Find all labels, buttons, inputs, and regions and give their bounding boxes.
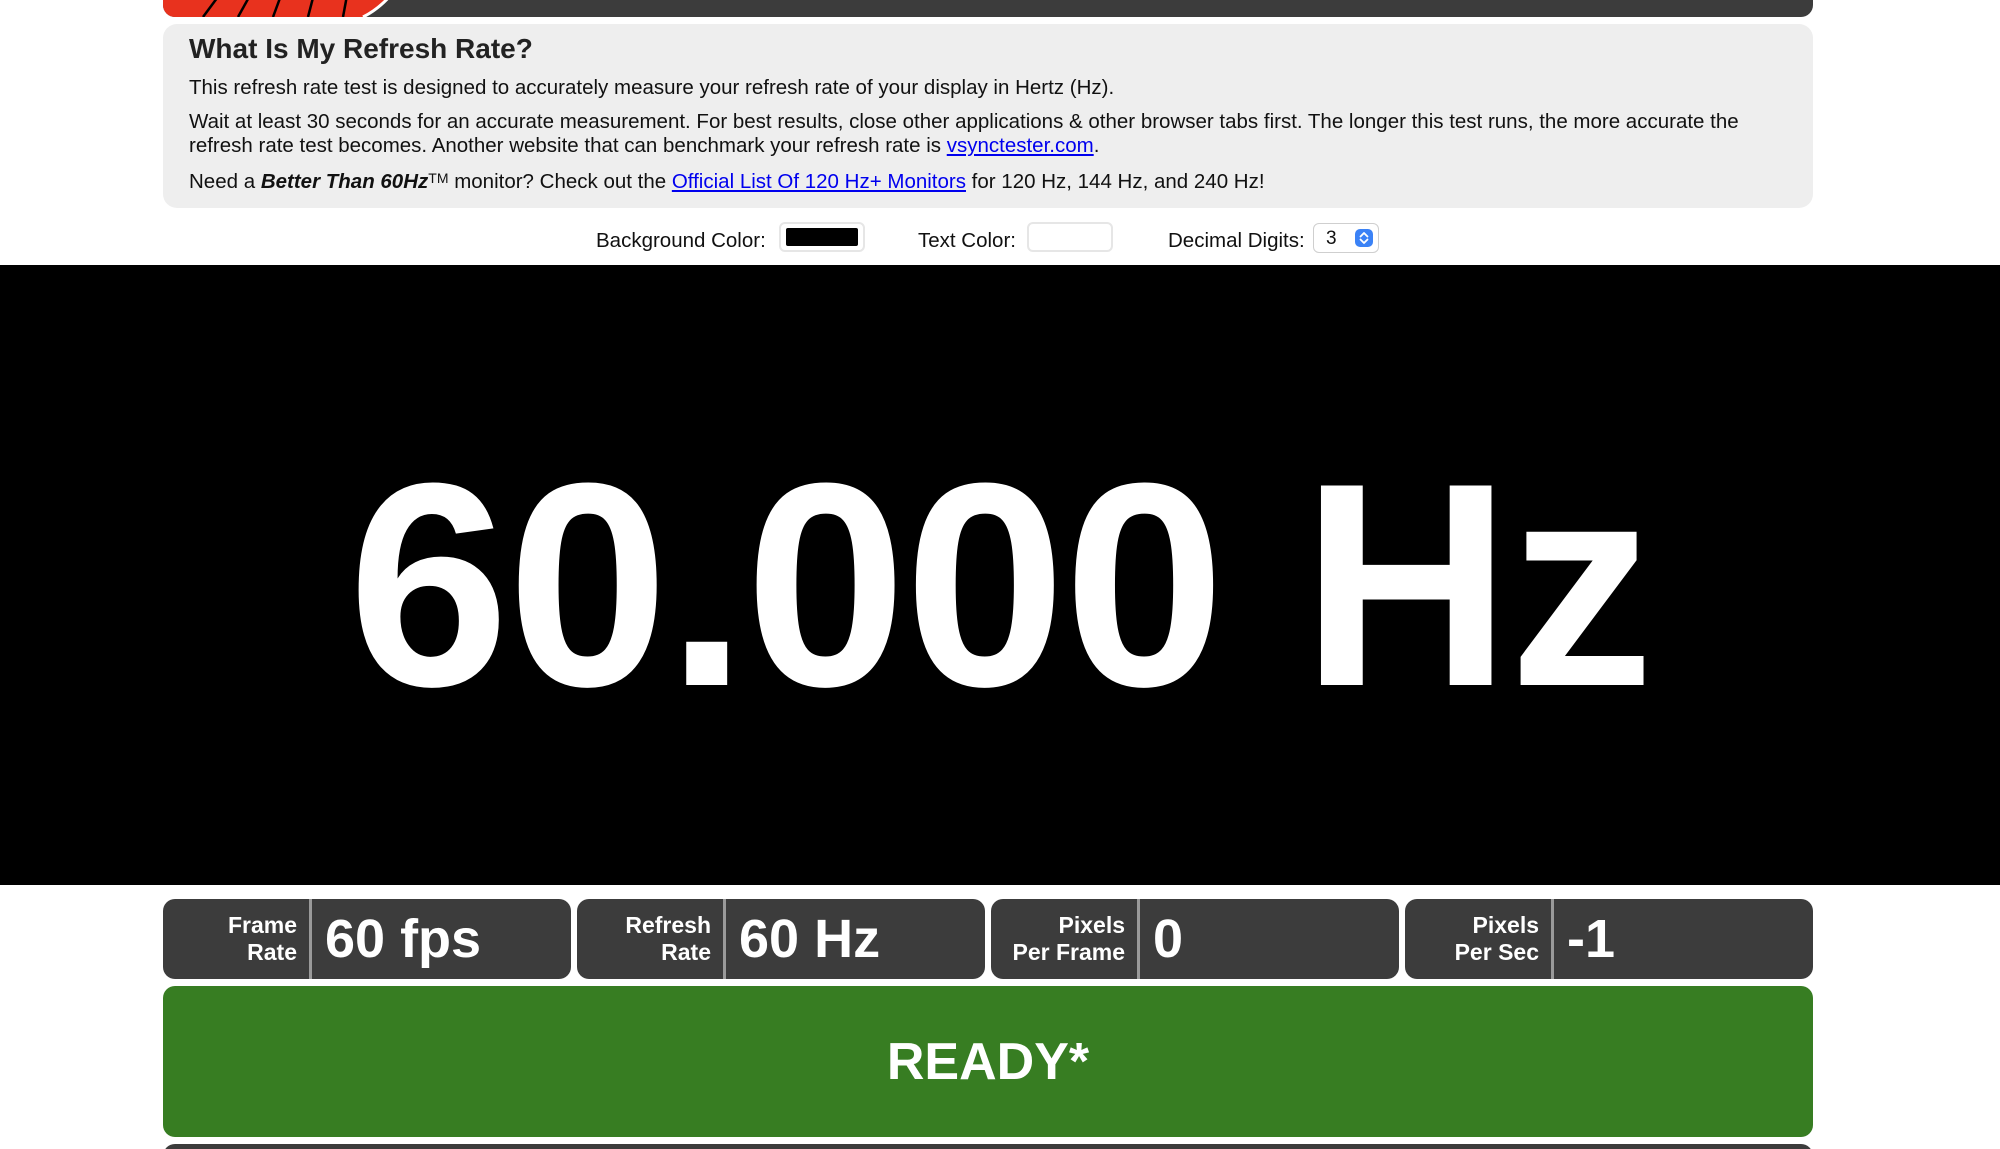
decimal-digits-label: Decimal Digits:	[1168, 229, 1305, 252]
decimal-digits-select[interactable]: 3	[1313, 223, 1379, 253]
stat-label: Pixels Per Sec	[1405, 899, 1551, 979]
stat-label: Refresh Rate	[577, 899, 723, 979]
info-instructions: Wait at least 30 seconds for an accurate…	[189, 110, 1787, 158]
background-color-picker[interactable]	[779, 222, 865, 252]
stat-divider	[309, 899, 312, 979]
stat-divider	[1137, 899, 1140, 979]
stat-value: 60 fps	[325, 909, 482, 969]
decimal-digits-value: 3	[1326, 228, 1337, 249]
stat-value: 60 Hz	[739, 909, 881, 969]
status-ready-bar: READY*	[163, 986, 1813, 1137]
background-color-swatch	[786, 228, 858, 246]
logo-icon	[163, 0, 389, 17]
header-strip	[163, 0, 1813, 17]
text-color-picker[interactable]	[1027, 222, 1113, 252]
info-instructions-end: .	[1093, 134, 1100, 157]
info-promo: Need a Better Than 60HzTM monitor? Check…	[189, 170, 1787, 194]
info-panel: What Is My Refresh Rate? This refresh ra…	[163, 24, 1813, 208]
background-color-label: Background Color:	[596, 229, 766, 252]
info-description-text: This refresh rate test is designed to ac…	[189, 76, 1115, 99]
info-promo-end: for 120 Hz, 144 Hz, and 240 Hz!	[965, 170, 1265, 193]
refresh-rate-readout: 60.000 Hz	[348, 423, 1654, 747]
stat-label-top: Refresh	[625, 912, 711, 938]
stat-refresh-rate: Refresh Rate 60 Hz	[577, 899, 985, 979]
stat-label-bottom: Rate	[661, 939, 711, 965]
stat-label-top: Frame	[227, 912, 297, 938]
trademark-mark: TM	[428, 170, 449, 186]
stat-label-bottom: Per Frame	[1012, 939, 1125, 965]
stat-label: Pixels Per Frame	[991, 899, 1137, 979]
stat-value: 0	[1153, 909, 1184, 969]
stat-label: Frame Rate	[163, 899, 309, 979]
stat-label-bottom: Rate	[247, 939, 297, 965]
vsynctester-link[interactable]: vsynctester.com	[947, 134, 1094, 157]
info-promo-mid: monitor? Check out the	[448, 170, 672, 193]
select-arrows-icon	[1355, 229, 1373, 247]
stat-label-top: Pixels	[1058, 912, 1126, 938]
footer-strip	[163, 1144, 1813, 1149]
text-color-swatch	[1034, 228, 1106, 246]
stat-pixels-per-frame: Pixels Per Frame 0	[991, 899, 1399, 979]
stat-divider	[723, 899, 726, 979]
stat-label-top: Pixels	[1472, 912, 1540, 938]
info-promo-pre: Need a	[189, 170, 261, 193]
stat-frame-rate: Frame Rate 60 fps	[163, 899, 571, 979]
info-title: What Is My Refresh Rate?	[189, 33, 533, 64]
display-controls: Background Color: Text Color: Decimal Di…	[0, 222, 2000, 258]
stat-divider	[1551, 899, 1554, 979]
refresh-rate-display: 60.000 Hz	[0, 265, 2000, 885]
page: What Is My Refresh Rate? This refresh ra…	[0, 0, 2000, 1149]
info-description: This refresh rate test is designed to ac…	[189, 76, 1787, 100]
stats-row: Frame Rate 60 fps Refresh Rate 60 Hz Pix…	[163, 899, 1813, 979]
stat-value: -1	[1567, 909, 1616, 969]
stat-label-bottom: Per Sec	[1454, 939, 1539, 965]
text-color-label: Text Color:	[918, 229, 1016, 252]
monitors-list-link[interactable]: Official List Of 120 Hz+ Monitors	[672, 170, 966, 193]
info-promo-bold: Better Than 60Hz	[260, 170, 429, 193]
stat-pixels-per-sec: Pixels Per Sec -1	[1405, 899, 1813, 979]
